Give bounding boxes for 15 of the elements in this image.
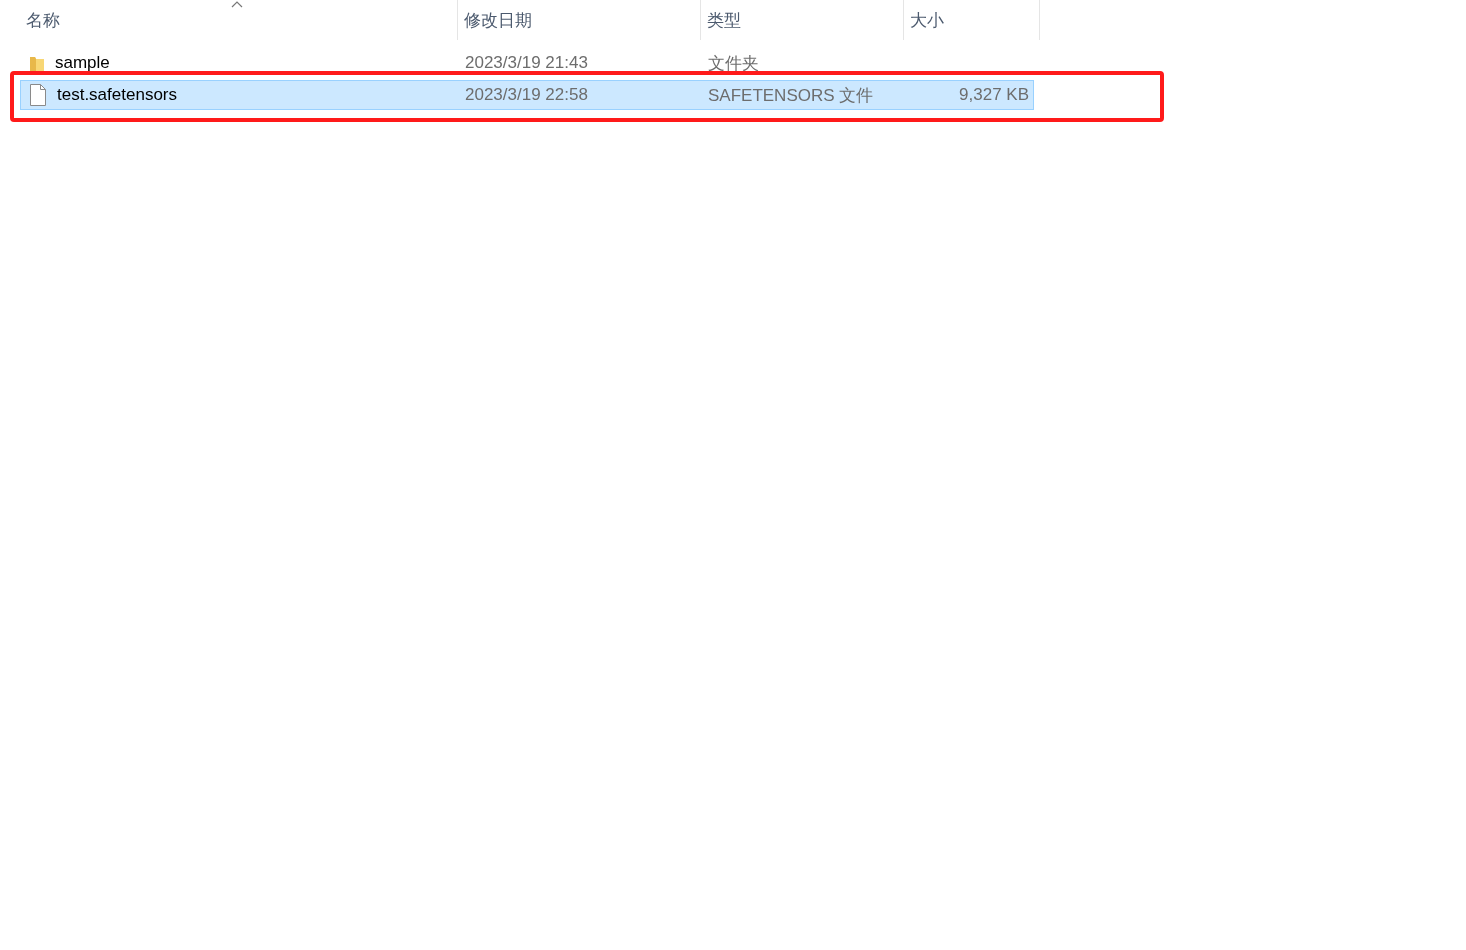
- file-name: sample: [55, 53, 110, 73]
- folder-icon: [29, 54, 45, 72]
- modified-date: 2023/3/19 22:58: [464, 85, 589, 105]
- file-row[interactable]: test.safetensors 2023/3/19 22:58 SAFETENSORS 文件 9,327 KB: [20, 80, 1034, 110]
- column-header[interactable]: 大小: [910, 8, 944, 32]
- modified-date: 2023/3/19 21:43: [464, 53, 589, 73]
- file-type: SAFETENSORS 文件: [707, 84, 875, 107]
- column-header[interactable]: 类型: [707, 8, 741, 32]
- file-type: 文件夹: [707, 52, 760, 75]
- file-icon: [29, 84, 47, 106]
- column-header[interactable]: 修改日期: [464, 8, 532, 32]
- column-header[interactable]: 名称: [26, 8, 60, 32]
- file-size: 9,327 KB: [958, 85, 1030, 105]
- file-name: test.safetensors: [57, 85, 177, 105]
- file-row[interactable]: sample 2023/3/19 21:43 文件夹: [20, 48, 1034, 78]
